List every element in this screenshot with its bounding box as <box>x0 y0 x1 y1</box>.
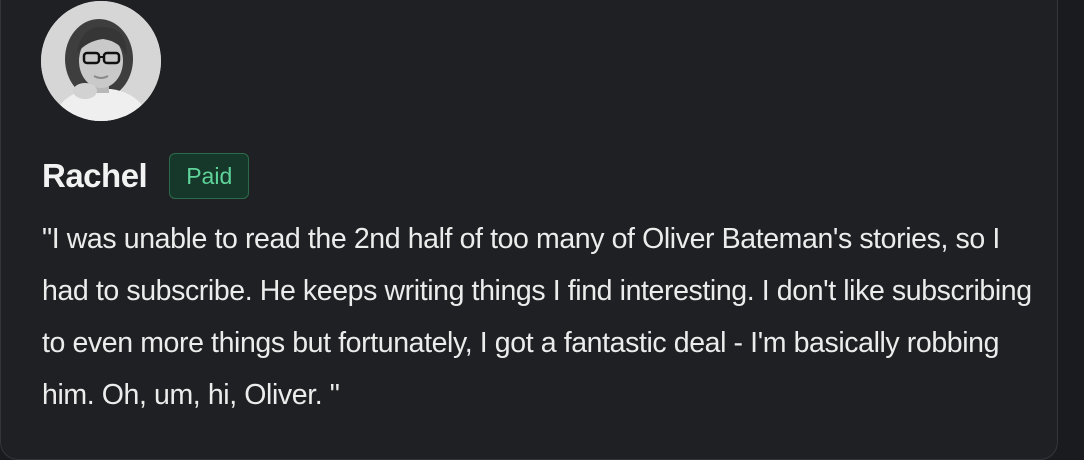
testimonial-quote: "I was unable to read the 2nd half of to… <box>42 223 1032 411</box>
author-name: Rachel <box>42 157 148 194</box>
testimonial-card: Rachel Paid "I was unable to read the 2n… <box>0 0 1058 460</box>
user-portrait-icon <box>41 1 161 121</box>
paid-badge: Paid <box>169 153 250 199</box>
author-row: Rachel Paid <box>42 151 250 201</box>
avatar <box>41 1 161 121</box>
